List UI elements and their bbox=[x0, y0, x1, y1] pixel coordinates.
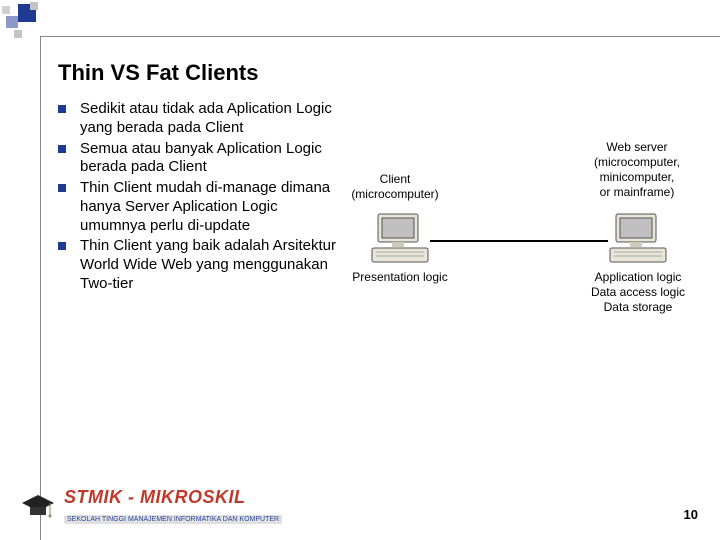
bullet-list: Sedikit atau tidak ada Aplication Logic … bbox=[58, 100, 338, 296]
rule-horizontal bbox=[40, 36, 720, 37]
graduation-cap-icon bbox=[20, 493, 56, 521]
brand-text: STMIK - MIKROSKIL SEKOLAH TINGGI MANAJEM… bbox=[64, 487, 282, 526]
server-caption: Application logic Data access logic Data… bbox=[578, 270, 698, 315]
list-item: Sedikit atau tidak ada Aplication Logic … bbox=[58, 100, 338, 138]
client-subtitle: (microcomputer) bbox=[345, 187, 445, 202]
rule-vertical bbox=[40, 36, 41, 540]
server-title: Web server bbox=[606, 140, 667, 154]
server-cap2: Data access logic bbox=[591, 285, 685, 299]
server-label: Web server (microcomputer, minicomputer,… bbox=[572, 140, 702, 200]
client-caption: Presentation logic bbox=[340, 270, 460, 285]
list-item: Thin Client yang baik adalah Arsitektur … bbox=[58, 237, 338, 293]
client-server-diagram: Client (microcomputer) Web server (micro… bbox=[350, 130, 700, 340]
client-title: Client bbox=[380, 172, 411, 186]
brand-name: STMIK - MIKROSKIL bbox=[64, 487, 282, 508]
server-sub3: or mainframe) bbox=[572, 185, 702, 200]
server-sub1: (microcomputer, bbox=[572, 155, 702, 170]
server-cap1: Application logic bbox=[595, 270, 682, 284]
list-item: Thin Client mudah di-manage dimana hanya… bbox=[58, 179, 338, 235]
connection-line bbox=[430, 240, 608, 242]
server-cap3: Data storage bbox=[604, 300, 673, 314]
footer-branding: STMIK - MIKROSKIL SEKOLAH TINGGI MANAJEM… bbox=[20, 487, 282, 526]
slide-title: Thin VS Fat Clients bbox=[58, 60, 258, 86]
server-sub2: minicomputer, bbox=[572, 170, 702, 185]
server-computer-icon bbox=[608, 210, 668, 266]
client-label: Client (microcomputer) bbox=[345, 172, 445, 202]
page-number: 10 bbox=[684, 507, 698, 522]
brand-tagline: SEKOLAH TINGGI MANAJEMEN INFORMATIKA DAN… bbox=[64, 515, 282, 524]
client-computer-icon bbox=[370, 210, 430, 266]
list-item: Semua atau banyak Aplication Logic berad… bbox=[58, 140, 338, 178]
